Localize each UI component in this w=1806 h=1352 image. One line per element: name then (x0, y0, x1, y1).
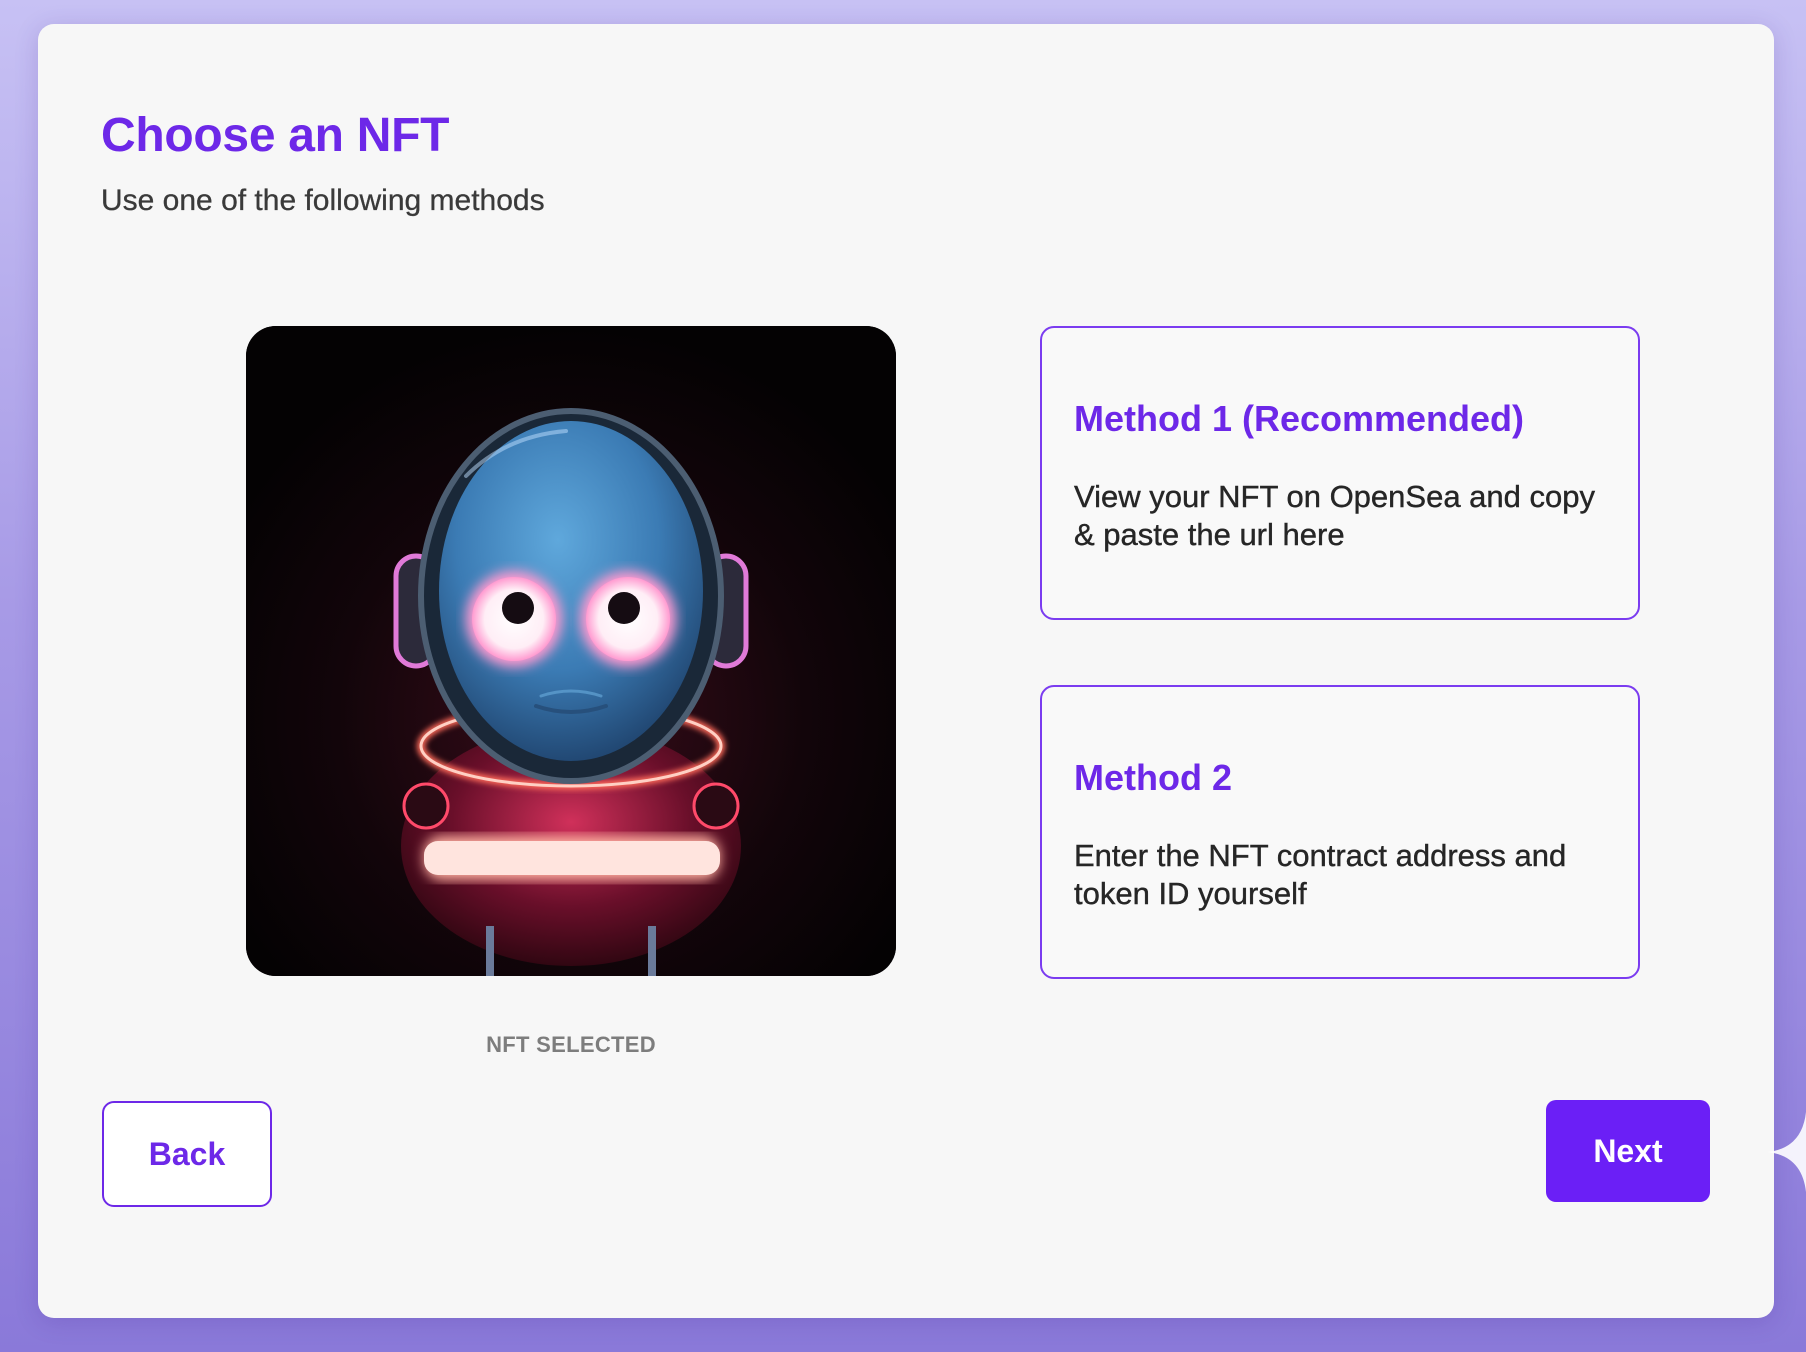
page-title: Choose an NFT (101, 109, 450, 162)
method-1-card[interactable]: Method 1 (Recommended) View your NFT on … (1040, 326, 1640, 620)
nft-selected-label: NFT SELECTED (486, 1032, 656, 1057)
method-2-card[interactable]: Method 2 Enter the NFT contract address … (1040, 685, 1640, 979)
choose-nft-card: Choose an NFT Use one of the following m… (38, 24, 1774, 1318)
method-2-title: Method 2 (1074, 757, 1232, 798)
nft-image (246, 326, 896, 976)
sparkle-icon (1768, 1112, 1806, 1192)
method-1-title: Method 1 (Recommended) (1074, 398, 1525, 439)
next-button[interactable]: Next (1546, 1100, 1710, 1202)
method-2-description: Enter the NFT contract address and token… (1074, 838, 1567, 911)
back-button[interactable]: Back (102, 1101, 272, 1207)
page-subtitle: Use one of the following methods (101, 184, 545, 217)
method-1-description: View your NFT on OpenSea and copy & past… (1074, 479, 1595, 552)
